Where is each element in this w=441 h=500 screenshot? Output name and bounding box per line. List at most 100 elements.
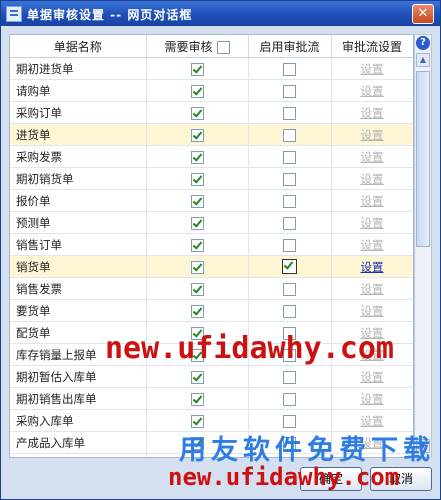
settings-cell: 设置: [331, 387, 413, 410]
enable-approval-flow-checkbox[interactable]: [283, 282, 296, 296]
table-row[interactable]: 销货单 设置: [10, 255, 413, 278]
audit-cell: [146, 101, 249, 124]
needs-audit-checkbox[interactable]: [190, 370, 204, 384]
close-button[interactable]: ✕: [412, 4, 434, 24]
settings-cell: 设置: [331, 365, 413, 388]
enable-approval-flow-checkbox[interactable]: [283, 216, 296, 230]
document-name-cell: 采购订单: [10, 101, 147, 124]
settings-cell: 设置: [331, 145, 413, 168]
table-row[interactable]: 期初销售出库单 设置: [10, 387, 413, 410]
approval-flow-settings-link[interactable]: 设置: [361, 282, 384, 296]
flow-cell: [248, 79, 332, 102]
watermark-url-top: new.ufidawhy.com: [105, 331, 394, 366]
approval-flow-settings-link[interactable]: 设置: [361, 194, 384, 208]
flow-cell: [248, 365, 332, 388]
approval-flow-settings-link[interactable]: 设置: [361, 392, 384, 406]
table-row[interactable]: 采购订单 设置: [10, 101, 413, 124]
dialog-window: 单据审核设置 -- 网页对话框 ✕ 单据名称 需要审核 启用审批流 审批流设置 …: [0, 0, 441, 500]
table-row[interactable]: 期初销货单 设置: [10, 167, 413, 190]
approval-flow-settings-link[interactable]: 设置: [361, 62, 384, 76]
title-bar[interactable]: 单据审核设置 -- 网页对话框 ✕: [1, 1, 440, 26]
approval-flow-settings-link[interactable]: 设置: [361, 414, 384, 428]
table-row[interactable]: 销售订单 设置: [10, 233, 413, 256]
table-row[interactable]: 进货单 设置: [10, 123, 413, 146]
enable-approval-flow-checkbox[interactable]: [282, 259, 297, 274]
needs-audit-checkbox[interactable]: [190, 304, 204, 318]
scroll-up-arrow-icon[interactable]: ▲: [416, 53, 430, 67]
table-row[interactable]: 报价单 设置: [10, 189, 413, 212]
needs-audit-checkbox[interactable]: [190, 392, 204, 406]
document-name-cell: 期初销售出库单: [10, 387, 147, 410]
approval-flow-settings-link[interactable]: 设置: [361, 304, 384, 318]
table-row[interactable]: 采购发票 设置: [10, 145, 413, 168]
enable-approval-flow-checkbox[interactable]: [283, 370, 296, 384]
enable-approval-flow-checkbox[interactable]: [283, 304, 296, 318]
audit-cell: [146, 123, 249, 146]
approval-flow-settings-link[interactable]: 设置: [361, 370, 384, 384]
document-name-cell: 预测单: [10, 211, 147, 234]
flow-cell: [248, 211, 332, 234]
settings-cell: 设置: [331, 299, 413, 322]
needs-audit-checkbox[interactable]: [190, 62, 204, 76]
settings-cell: 设置: [331, 277, 413, 300]
needs-audit-checkbox[interactable]: [190, 128, 204, 142]
document-name-cell: 请购单: [10, 79, 147, 102]
table-row[interactable]: 请购单 设置: [10, 79, 413, 102]
approval-flow-settings-link[interactable]: 设置: [361, 84, 384, 98]
audit-cell: [146, 189, 249, 212]
audit-cell: [146, 299, 249, 322]
select-all-audit-checkbox[interactable]: [216, 40, 230, 54]
enable-approval-flow-checkbox[interactable]: [283, 84, 296, 98]
approval-flow-settings-link[interactable]: 设置: [361, 172, 384, 186]
needs-audit-checkbox[interactable]: [190, 84, 204, 98]
table-row[interactable]: 销售发票 设置: [10, 277, 413, 300]
needs-audit-checkbox[interactable]: [190, 260, 204, 274]
enable-approval-flow-checkbox[interactable]: [283, 238, 296, 252]
settings-cell: 设置: [331, 255, 413, 278]
scroll-thumb[interactable]: [416, 71, 430, 247]
enable-approval-flow-checkbox[interactable]: [283, 128, 296, 142]
enable-approval-flow-checkbox[interactable]: [283, 414, 296, 428]
needs-audit-checkbox[interactable]: [190, 216, 204, 230]
approval-flow-settings-link[interactable]: 设置: [361, 216, 384, 230]
enable-approval-flow-checkbox[interactable]: [283, 172, 296, 186]
approval-flow-settings-link[interactable]: 设置: [361, 106, 384, 120]
needs-audit-checkbox[interactable]: [190, 150, 204, 164]
audit-cell: [146, 145, 249, 168]
enable-approval-flow-checkbox[interactable]: [283, 62, 296, 76]
settings-cell: 设置: [331, 79, 413, 102]
needs-audit-checkbox[interactable]: [190, 282, 204, 296]
table-header-row: 单据名称 需要审核 启用审批流 审批流设置: [10, 35, 413, 58]
needs-audit-checkbox[interactable]: [190, 414, 204, 428]
audit-settings-table: 单据名称 需要审核 启用审批流 审批流设置 期初进货单 设置 请购单 设置 采购订单 设置…: [9, 34, 414, 458]
approval-flow-settings-link[interactable]: 设置: [361, 150, 384, 164]
table-row[interactable]: 期初暂估入库单 设置: [10, 365, 413, 388]
dialog-icon: [6, 6, 22, 22]
document-name-cell: 销售发票: [10, 277, 147, 300]
needs-audit-checkbox[interactable]: [190, 106, 204, 120]
flow-cell: [248, 299, 332, 322]
needs-audit-checkbox[interactable]: [190, 194, 204, 208]
enable-approval-flow-checkbox[interactable]: [283, 150, 296, 164]
document-name-cell: 进货单: [10, 123, 147, 146]
document-name-cell: 采购入库单: [10, 409, 147, 432]
approval-flow-settings-link[interactable]: 设置: [361, 128, 384, 142]
approval-flow-settings-link[interactable]: 设置: [361, 238, 384, 252]
table-row[interactable]: 预测单 设置: [10, 211, 413, 234]
needs-audit-checkbox[interactable]: [190, 172, 204, 186]
help-icon[interactable]: ?: [416, 36, 430, 50]
flow-cell: [248, 233, 332, 256]
table-row[interactable]: 期初进货单 设置: [10, 57, 413, 80]
table-row[interactable]: 要货单 设置: [10, 299, 413, 322]
enable-approval-flow-checkbox[interactable]: [283, 392, 296, 406]
watermark-chinese-text: 用友软件免费下载: [179, 435, 435, 466]
vertical-scrollbar[interactable]: ? ▲ ▼: [414, 34, 432, 458]
document-name-cell: 销货单: [10, 255, 147, 278]
needs-audit-checkbox[interactable]: [190, 238, 204, 252]
enable-approval-flow-checkbox[interactable]: [283, 194, 296, 208]
watermark-url-bottom: new.ufidawhy.com: [168, 463, 400, 491]
document-name-cell: 期初进货单: [10, 57, 147, 80]
audit-cell: [146, 57, 249, 80]
enable-approval-flow-checkbox[interactable]: [283, 106, 296, 120]
approval-flow-settings-link[interactable]: 设置: [361, 260, 384, 274]
